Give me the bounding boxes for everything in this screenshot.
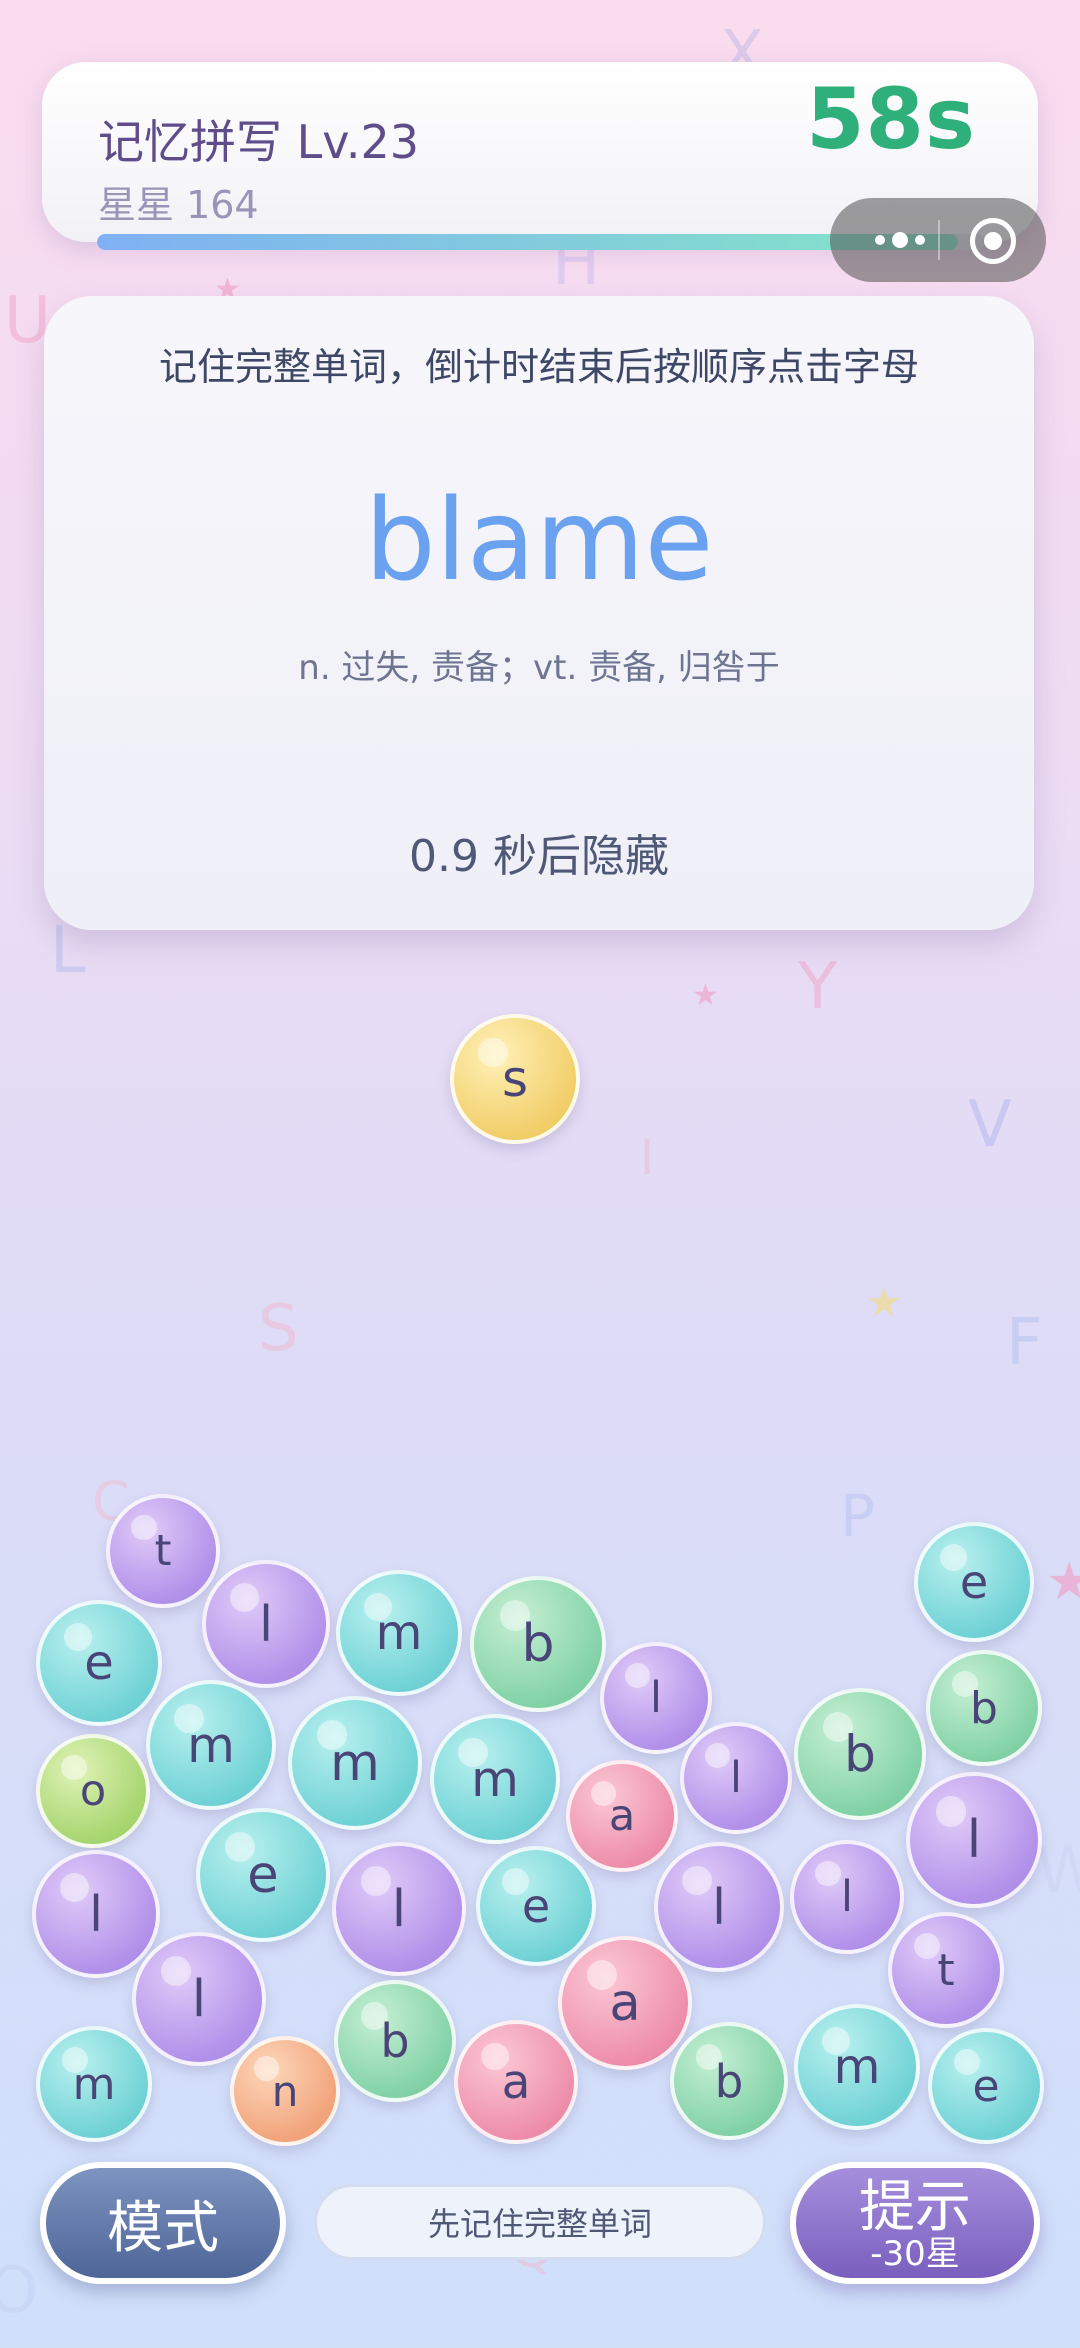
bg-letter: V bbox=[968, 1088, 1012, 1162]
bubble-letter: m bbox=[187, 1716, 235, 1774]
letter-bubble[interactable]: m bbox=[36, 2026, 152, 2142]
instruction-text: 记住完整单词，倒计时结束后按顺序点击字母 bbox=[158, 345, 919, 389]
bubble-letter: o bbox=[79, 1766, 107, 1816]
letter-bubble[interactable]: l bbox=[600, 1642, 712, 1754]
bg-letter: W bbox=[1036, 1834, 1080, 1908]
bubble-letter: m bbox=[375, 1605, 423, 1661]
letter-bubble[interactable]: l bbox=[32, 1850, 160, 1978]
more-menu-icon[interactable] bbox=[854, 198, 946, 282]
letter-bubble[interactable]: l bbox=[202, 1560, 330, 1688]
bubble-letter: t bbox=[937, 1944, 955, 1996]
letter-bubble[interactable]: l bbox=[132, 1932, 266, 2066]
bubble-letter: s bbox=[501, 1050, 529, 1108]
letter-bubble[interactable]: o bbox=[36, 1734, 150, 1848]
letter-bubble[interactable]: m bbox=[794, 2004, 920, 2130]
bubble-letter: m bbox=[72, 2058, 116, 2110]
letter-bubble[interactable]: n bbox=[230, 2036, 340, 2146]
bubble-letter: l bbox=[191, 1969, 207, 2029]
target-word: blame bbox=[364, 476, 714, 606]
word-definition: n. 过失, 责备；vt. 责备, 归咎于 bbox=[298, 648, 780, 688]
capsule-divider bbox=[938, 220, 940, 260]
letter-bubble[interactable]: m bbox=[146, 1680, 276, 1810]
status-message: 先记住完整单词 bbox=[314, 2184, 766, 2260]
letter-bubble[interactable]: e bbox=[196, 1808, 330, 1942]
hint-button-label: 提示 bbox=[859, 2175, 971, 2240]
letter-bubble[interactable]: t bbox=[106, 1494, 220, 1608]
bubble-letter: a bbox=[608, 1791, 636, 1841]
bubble-letter: m bbox=[330, 1733, 380, 1793]
miniprogram-capsule bbox=[830, 198, 1046, 282]
bubble-letter: b bbox=[380, 2014, 410, 2068]
bubble-letter: m bbox=[833, 2039, 881, 2095]
letter-bubble[interactable]: l bbox=[790, 1840, 904, 1954]
bubble-letter: e bbox=[247, 1845, 279, 1905]
bubble-letter: a bbox=[609, 1973, 641, 2033]
hint-button[interactable]: 提示 -30星 bbox=[790, 2162, 1040, 2284]
bg-letter: S bbox=[258, 1292, 299, 1366]
bubble-letter: n bbox=[271, 2066, 299, 2116]
star-decoration-icon: ★ bbox=[1046, 1552, 1080, 1612]
bubble-letter: l bbox=[391, 1879, 407, 1939]
mode-button[interactable]: 模式 bbox=[40, 2162, 286, 2284]
bubble-letter: l bbox=[89, 1885, 103, 1943]
bubble-letter: b bbox=[970, 1682, 998, 1734]
mode-level-title: 记忆拼写 Lv.23 bbox=[98, 115, 420, 169]
bubble-letter: b bbox=[844, 1725, 876, 1783]
letter-bubble[interactable]: l bbox=[654, 1842, 784, 1972]
bubble-letter: e bbox=[521, 1879, 551, 1933]
bubble-letter: l bbox=[841, 1872, 853, 1922]
letter-bubble[interactable]: l bbox=[680, 1722, 792, 1834]
bg-letter: P bbox=[840, 1482, 875, 1550]
letter-bubble[interactable]: a bbox=[558, 1936, 692, 2070]
letter-bubble[interactable]: b bbox=[470, 1576, 606, 1712]
bubble-letter: e bbox=[972, 2060, 1000, 2112]
letter-bubble[interactable]: b bbox=[670, 2022, 788, 2140]
bubble-letter: l bbox=[712, 1878, 726, 1936]
stars-count: 星星 164 bbox=[98, 183, 259, 227]
bubble-letter: l bbox=[966, 1810, 982, 1870]
hint-cost: -30星 bbox=[870, 2234, 960, 2274]
letter-bubble[interactable]: a bbox=[566, 1760, 678, 1872]
bubble-letter: m bbox=[471, 1750, 519, 1808]
letter-bubble[interactable]: e bbox=[914, 1522, 1034, 1642]
letter-bubble[interactable]: l bbox=[906, 1772, 1042, 1908]
hide-countdown: 0.9 秒后隐藏 bbox=[409, 831, 669, 882]
bubble-letter: a bbox=[501, 2054, 531, 2110]
bg-letter: I bbox=[640, 1130, 655, 1186]
letter-bubble[interactable]: b bbox=[334, 1980, 456, 2102]
letter-bubble[interactable]: b bbox=[926, 1650, 1042, 1766]
bubble-letter: l bbox=[259, 1595, 273, 1653]
falling-letter-bubble[interactable]: s bbox=[450, 1014, 580, 1144]
bg-letter: F bbox=[1006, 1306, 1043, 1380]
letter-bubble[interactable]: a bbox=[454, 2020, 578, 2144]
mode-button-label: 模式 bbox=[107, 2195, 219, 2261]
countdown-timer: 58s bbox=[806, 70, 976, 168]
status-text: 先记住完整单词 bbox=[427, 2205, 652, 2243]
bubble-letter: t bbox=[154, 1526, 172, 1576]
star-decoration-icon: ★ bbox=[866, 1280, 902, 1326]
bg-letter: Y bbox=[798, 950, 838, 1024]
bubble-letter: l bbox=[650, 1673, 662, 1723]
letter-bubble[interactable]: m bbox=[288, 1696, 422, 1830]
bubble-letter: e bbox=[959, 1555, 989, 1609]
bg-letter: O bbox=[0, 2254, 39, 2328]
letter-bubble[interactable]: b bbox=[794, 1688, 926, 1820]
letter-bubble[interactable]: l bbox=[332, 1842, 466, 1976]
bubble-letter: e bbox=[84, 1635, 114, 1691]
letter-bubble[interactable]: e bbox=[476, 1846, 596, 1966]
letter-bubble[interactable]: e bbox=[928, 2028, 1044, 2144]
star-decoration-icon: ★ bbox=[692, 978, 719, 1013]
word-card: 记住完整单词，倒计时结束后按顺序点击字母 blame n. 过失, 责备；vt.… bbox=[44, 296, 1034, 930]
bubble-letter: b bbox=[714, 2054, 744, 2108]
letter-bubble[interactable]: m bbox=[430, 1714, 560, 1844]
letter-bubble[interactable]: t bbox=[888, 1912, 1004, 2028]
close-miniprogram-icon[interactable] bbox=[970, 218, 1016, 264]
bubble-letter: b bbox=[521, 1614, 555, 1674]
bubble-letter: l bbox=[730, 1753, 742, 1803]
letter-bubble[interactable]: e bbox=[36, 1600, 162, 1726]
letter-bubble[interactable]: m bbox=[336, 1570, 462, 1696]
